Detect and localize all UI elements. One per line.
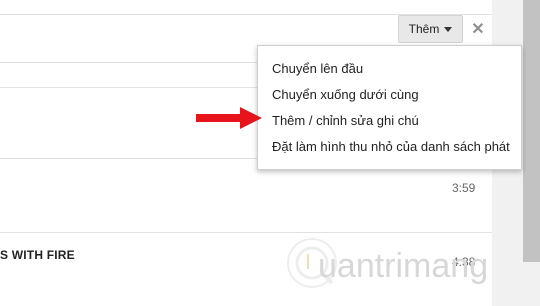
track-duration: 3:59 <box>452 181 476 195</box>
menu-item-edit-note[interactable]: Thêm / chỉnh sửa ghi chú <box>272 113 419 128</box>
menu-item-move-to-top[interactable]: Chuyển lên đầu <box>272 61 363 76</box>
context-menu: Chuyển lên đầu Chuyển xuống dưới cùng Th… <box>257 45 522 170</box>
more-button-label: Thêm <box>408 22 440 36</box>
red-arrow-icon <box>196 107 262 129</box>
more-button[interactable]: Thêm <box>398 15 463 43</box>
scrollbar-thumb[interactable] <box>523 0 540 262</box>
close-icon[interactable]: ✕ <box>468 19 488 39</box>
track-title[interactable]: S WITH FIRE <box>0 248 75 262</box>
watermark-text: uantrimang <box>318 247 489 285</box>
divider <box>0 232 492 233</box>
caret-down-icon <box>444 27 453 32</box>
menu-item-move-to-bottom[interactable]: Chuyển xuống dưới cùng <box>272 87 419 102</box>
menu-item-set-thumbnail[interactable]: Đặt làm hình thu nhỏ của danh sách phát <box>272 139 510 154</box>
